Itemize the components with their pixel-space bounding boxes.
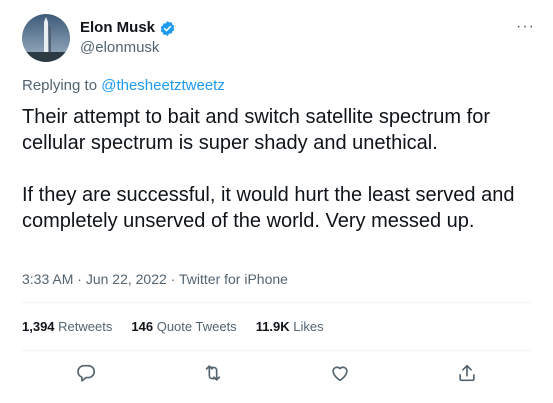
meta-separator-2: · [170,271,176,287]
verified-badge-icon [159,20,176,37]
reply-mention-link[interactable]: @thesheetztweetz [101,77,225,94]
avatar[interactable] [22,14,70,62]
more-options-icon[interactable]: ··· [516,18,535,36]
reply-icon [76,364,95,382]
retweet-icon [205,365,221,381]
like-button[interactable] [327,360,353,386]
reply-button[interactable] [73,360,99,386]
like-icon [332,366,348,382]
tweet-source-link[interactable]: Twitter for iPhone [179,271,288,287]
meta-separator: · [77,271,82,287]
quote-tweets-count: 146 [131,319,154,334]
replying-to-label: Replying to [22,77,98,94]
tweet-stats: 1,394 Retweets 146 Quote Tweets 11.9K Li… [22,318,324,336]
tweet-text: Their attempt to bait and switch satelli… [22,106,515,232]
divider-bottom [22,350,531,351]
quote-tweets-stat[interactable]: 146 Quote Tweets [131,318,236,336]
likes-stat[interactable]: 11.9K Likes [256,318,324,336]
tweet-meta: 3:33 AM · Jun 22, 2022 · Twitter for iPh… [22,270,288,288]
share-icon [459,364,476,382]
divider-top [22,302,531,303]
share-button[interactable] [454,360,480,386]
author-name-row: Elon Musk [80,19,176,37]
tweet-date[interactable]: Jun 22, 2022 [86,271,167,287]
author-display-name[interactable]: Elon Musk [80,19,155,37]
replying-to-line: Replying to @thesheetztweetz [22,77,225,95]
tweet-actions [22,360,531,386]
likes-count: 11.9K [255,319,290,334]
author-handle[interactable]: @elonmusk [80,39,159,57]
likes-label: Likes [293,319,324,334]
retweets-count: 1,394 [22,319,55,334]
retweet-button[interactable] [200,360,226,386]
rocket-avatar-image [22,14,70,62]
quote-tweets-label: Quote Tweets [156,319,237,334]
tweet-time[interactable]: 3:33 AM [22,271,73,287]
retweets-label: Retweets [58,319,113,334]
retweets-stat[interactable]: 1,394 Retweets [22,318,112,336]
